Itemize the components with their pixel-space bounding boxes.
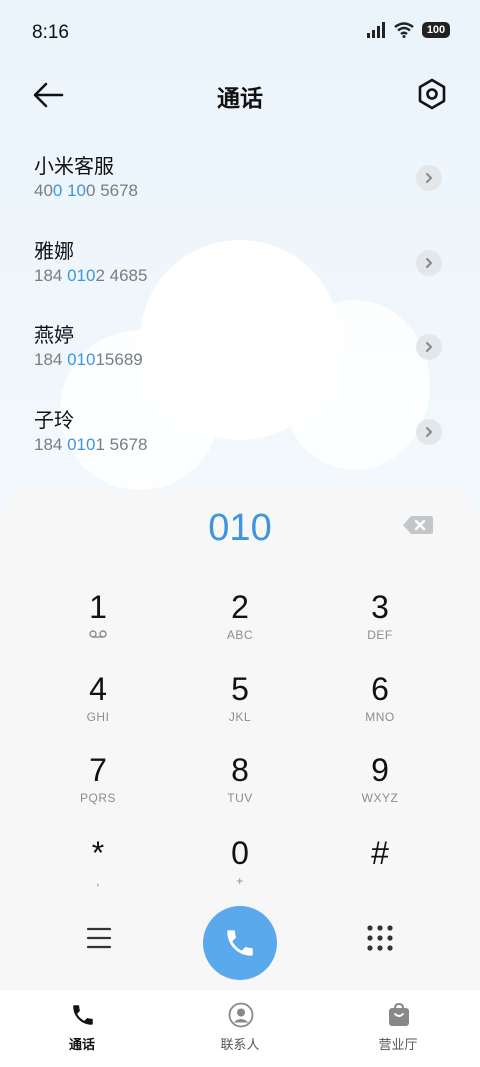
dial-key-6[interactable]: 6 MNO bbox=[310, 670, 450, 742]
dialpad-toggle-button[interactable] bbox=[366, 924, 394, 952]
dial-key-0[interactable]: 0 + bbox=[170, 834, 310, 906]
key-letters: WXYZ bbox=[361, 791, 399, 805]
key-letters: JKL bbox=[228, 710, 252, 724]
key-digit: 0 bbox=[231, 835, 249, 871]
key-digit: 5 bbox=[231, 671, 249, 707]
menu-button[interactable] bbox=[86, 926, 112, 950]
dial-key-9[interactable]: 9 WXYZ bbox=[310, 751, 450, 823]
wifi-icon bbox=[394, 22, 414, 38]
contact-name: 雅娜 bbox=[34, 239, 74, 263]
key-digit: 4 bbox=[89, 671, 107, 707]
key-digit: 8 bbox=[231, 752, 249, 788]
key-digit: # bbox=[371, 835, 389, 871]
key-digit: 6 bbox=[371, 671, 389, 707]
gear-icon bbox=[418, 78, 446, 110]
key-letters: DEF bbox=[367, 628, 393, 642]
dial-key-star[interactable]: * , bbox=[28, 834, 168, 906]
key-digit: 3 bbox=[371, 589, 389, 625]
key-digit: 7 bbox=[89, 752, 107, 788]
tab-calls[interactable]: 通话 bbox=[22, 990, 142, 1067]
dial-key-hash[interactable]: # bbox=[310, 834, 450, 906]
contact-detail-button[interactable] bbox=[416, 334, 442, 360]
key-digit: 2 bbox=[231, 589, 249, 625]
menu-icon bbox=[86, 927, 112, 949]
tab-label: 联系人 bbox=[220, 1038, 260, 1053]
key-letters: GHI bbox=[86, 710, 110, 724]
dial-key-8[interactable]: 8 TUV bbox=[170, 751, 310, 823]
chevron-right-icon bbox=[426, 342, 433, 352]
contact-number: 184 0102 4685 bbox=[34, 266, 148, 285]
key-digit: * bbox=[91, 835, 105, 871]
contact-number: 400 100 5678 bbox=[34, 181, 139, 200]
signal-icon bbox=[367, 22, 385, 38]
key-letters: + bbox=[236, 874, 244, 888]
dial-key-7[interactable]: 7 PQRS bbox=[28, 751, 168, 823]
voicemail-icon bbox=[28, 628, 168, 642]
battery-icon: 100 bbox=[422, 22, 450, 38]
status-bar: 8:16 100 bbox=[0, 0, 480, 66]
page-title: 通话 bbox=[217, 86, 263, 112]
contact-detail-button[interactable] bbox=[416, 419, 442, 445]
key-letters: TUV bbox=[227, 791, 253, 805]
dial-key-3[interactable]: 3 DEF bbox=[310, 588, 450, 660]
dial-key-1[interactable]: 1 bbox=[28, 588, 168, 660]
status-icons: 100 bbox=[366, 22, 450, 38]
bottom-navigation: 通话 联系人 营业厅 bbox=[0, 990, 480, 1067]
key-digit: 9 bbox=[371, 752, 389, 788]
phone-icon bbox=[227, 930, 253, 956]
contact-detail-button[interactable] bbox=[416, 250, 442, 276]
chevron-right-icon bbox=[426, 427, 433, 437]
contact-row[interactable]: 子玲 184 0101 5678 bbox=[34, 404, 446, 470]
call-button[interactable] bbox=[203, 906, 277, 980]
dialpad: 010 1 2 ABC 3 DEF 4 GHI 5 JKL 6 MNO 7 PQ… bbox=[0, 490, 480, 990]
contact-name: 燕婷 bbox=[34, 323, 74, 347]
dial-key-4[interactable]: 4 GHI bbox=[28, 670, 168, 742]
contact-number: 184 01015689 bbox=[34, 350, 143, 369]
key-digit: 1 bbox=[89, 589, 107, 625]
phone-icon bbox=[73, 1005, 93, 1025]
contact-name: 子玲 bbox=[34, 408, 74, 432]
chevron-right-icon bbox=[426, 258, 433, 268]
key-letters: PQRS bbox=[79, 791, 116, 805]
contact-row[interactable]: 燕婷 184 01015689 bbox=[34, 319, 446, 385]
chevron-right-icon bbox=[426, 173, 433, 183]
tab-label: 通话 bbox=[68, 1038, 95, 1053]
contact-row[interactable]: 雅娜 184 0102 4685 bbox=[34, 235, 446, 301]
header: 通话 bbox=[0, 66, 480, 124]
tab-service-hall[interactable]: 营业厅 bbox=[338, 990, 458, 1067]
person-icon bbox=[228, 1002, 254, 1028]
tab-label: 营业厅 bbox=[378, 1038, 418, 1053]
key-letters: ABC bbox=[226, 628, 254, 642]
keypad-grid-icon bbox=[367, 925, 393, 951]
key-letters: MNO bbox=[365, 710, 395, 724]
contact-detail-button[interactable] bbox=[416, 165, 442, 191]
key-letters: , bbox=[96, 874, 100, 888]
contact-name: 小米客服 bbox=[34, 154, 114, 178]
contact-row[interactable]: 小米客服 400 100 5678 bbox=[34, 150, 446, 216]
dial-key-2[interactable]: 2 ABC bbox=[170, 588, 310, 660]
status-time: 8:16 bbox=[32, 22, 69, 43]
tab-contacts[interactable]: 联系人 bbox=[180, 990, 300, 1067]
backspace-icon bbox=[403, 516, 433, 534]
bag-icon bbox=[389, 1002, 409, 1026]
dial-key-5[interactable]: 5 JKL bbox=[170, 670, 310, 742]
settings-button[interactable] bbox=[414, 76, 450, 112]
backspace-button[interactable] bbox=[402, 514, 434, 536]
contact-number: 184 0101 5678 bbox=[34, 435, 148, 454]
